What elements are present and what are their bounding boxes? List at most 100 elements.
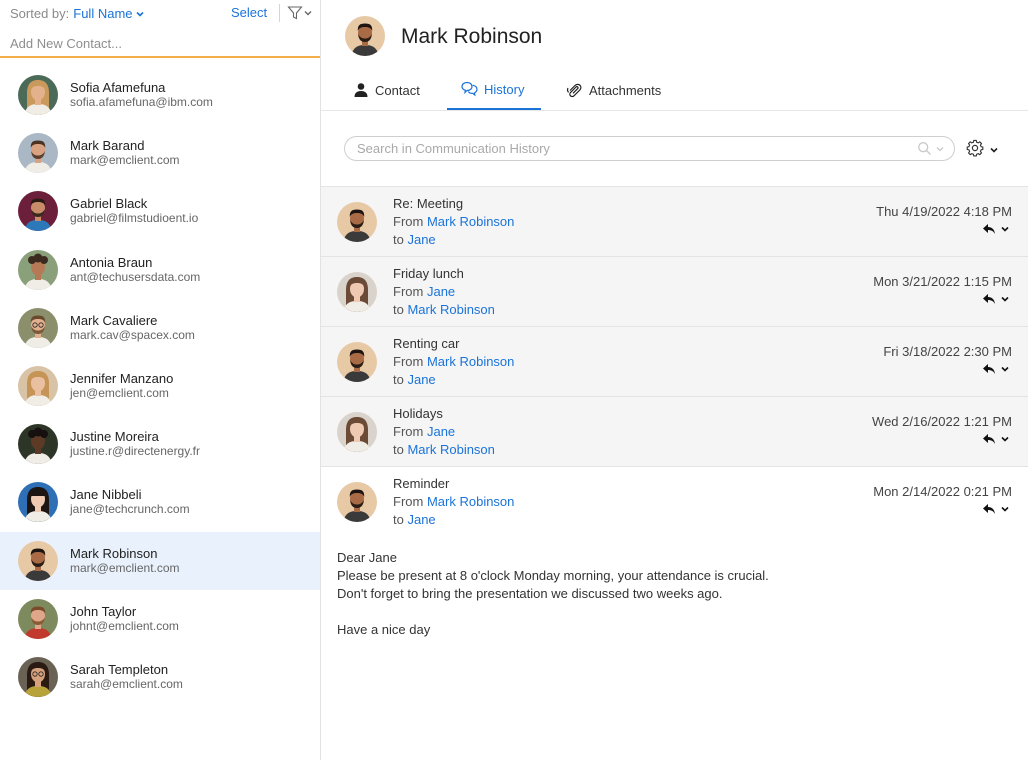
- tab-history[interactable]: History: [447, 70, 541, 110]
- message-from-line: From Mark Robinson: [393, 494, 514, 509]
- history-message[interactable]: Holidays From Jane to Mark Robinson Wed …: [321, 396, 1028, 466]
- from-label: From: [393, 424, 424, 439]
- message-to-line: to Jane: [393, 512, 436, 527]
- sort-field-value: Full Name: [73, 6, 133, 21]
- message-from-line: From Mark Robinson: [393, 354, 514, 369]
- from-label: From: [393, 214, 424, 229]
- select-button[interactable]: Select: [231, 5, 267, 20]
- reply-icon[interactable]: [982, 503, 996, 515]
- tab-contact[interactable]: Contact: [353, 70, 420, 110]
- avatar: [337, 342, 377, 382]
- avatar: [18, 75, 58, 116]
- message-actions: [982, 363, 1010, 375]
- contact-list-item[interactable]: Justine Moreira justine.r@directenergy.f…: [0, 415, 320, 473]
- avatar: [337, 412, 377, 452]
- contact-list-item[interactable]: Antonia Braun ant@techusersdata.com: [0, 241, 320, 299]
- contact-list-item[interactable]: Sofia Afamefuna sofia.afamefuna@ibm.com: [0, 66, 320, 124]
- tab-attachments[interactable]: Attachments: [566, 70, 661, 110]
- filter-button[interactable]: [287, 5, 313, 21]
- sender-link[interactable]: Mark Robinson: [427, 214, 514, 229]
- recipient-link[interactable]: Jane: [407, 232, 435, 247]
- message-from-line: From Mark Robinson: [393, 214, 514, 229]
- contact-email: ant@techusersdata.com: [70, 269, 201, 284]
- chevron-down-icon[interactable]: [1000, 434, 1010, 444]
- recipient-link[interactable]: Jane: [407, 372, 435, 387]
- contact-list-item[interactable]: John Taylor johnt@emclient.com: [0, 590, 320, 648]
- to-label: to: [393, 232, 404, 247]
- history-message[interactable]: Renting car From Mark Robinson to Jane F…: [321, 326, 1028, 396]
- chevron-down-icon[interactable]: [1000, 294, 1010, 304]
- tab-attachments-label: Attachments: [589, 82, 662, 98]
- sort-field-dropdown[interactable]: Full Name: [73, 6, 144, 21]
- person-icon: [353, 82, 369, 98]
- contact-list-item[interactable]: Mark Barand mark@emclient.com: [0, 124, 320, 182]
- contact-email: mark@emclient.com: [70, 560, 180, 575]
- history-message[interactable]: Re: Meeting From Mark Robinson to Jane T…: [321, 186, 1028, 256]
- sender-link[interactable]: Mark Robinson: [427, 354, 514, 369]
- message-body-line: Please be present at 8 o'clock Monday mo…: [337, 568, 769, 583]
- paperclip-icon: [566, 82, 583, 99]
- contact-detail-pane: Mark Robinson Contact History Attachment…: [321, 0, 1028, 760]
- message-to-line: to Mark Robinson: [393, 442, 495, 457]
- contact-text: Mark Robinson mark@emclient.com: [70, 546, 180, 575]
- to-label: to: [393, 512, 404, 527]
- tab-history-label: History: [484, 81, 525, 97]
- sender-link[interactable]: Jane: [427, 424, 455, 439]
- contact-list-item[interactable]: Mark Cavaliere mark.cav@spacex.com: [0, 299, 320, 357]
- settings-button[interactable]: [966, 139, 999, 160]
- message-date: Mon 2/14/2022 0:21 PM: [873, 484, 1012, 499]
- sender-link[interactable]: Jane: [427, 284, 455, 299]
- avatar: [18, 133, 58, 174]
- chevron-down-icon[interactable]: [1000, 224, 1010, 234]
- chevron-down-icon[interactable]: [935, 142, 945, 157]
- from-label: From: [393, 284, 424, 299]
- message-list: Re: Meeting From Mark Robinson to Jane T…: [321, 186, 1028, 726]
- message-subject: Reminder: [393, 476, 450, 491]
- contact-name: John Taylor: [70, 603, 137, 619]
- contact-email: jen@emclient.com: [70, 386, 169, 401]
- history-message[interactable]: Friday lunch From Jane to Mark Robinson …: [321, 256, 1028, 326]
- reply-icon[interactable]: [982, 293, 996, 305]
- message-from-line: From Jane: [393, 284, 455, 299]
- reply-icon[interactable]: [982, 223, 996, 235]
- message-body-line: Dear Jane: [337, 550, 397, 565]
- contact-name: Sofia Afamefuna: [70, 80, 166, 96]
- recipient-link[interactable]: Mark Robinson: [407, 302, 494, 317]
- message-date: Fri 3/18/2022 2:30 PM: [883, 344, 1012, 359]
- sender-link[interactable]: Mark Robinson: [427, 494, 514, 509]
- tab-bar: Contact History Attachments: [321, 70, 1028, 111]
- chevron-down-icon[interactable]: [1000, 504, 1010, 514]
- tab-contact-label: Contact: [375, 82, 420, 98]
- contact-name: Justine Moreira: [70, 429, 159, 445]
- contact-list-item[interactable]: Mark Robinson mark@emclient.com: [0, 531, 320, 590]
- recipient-link[interactable]: Jane: [407, 512, 435, 527]
- contact-name: Mark Cavaliere: [70, 312, 158, 328]
- history-message[interactable]: Reminder From Mark Robinson to Jane Mon …: [321, 466, 1028, 726]
- contact-list-item[interactable]: Jane Nibbeli jane@techcrunch.com: [0, 473, 320, 531]
- contact-list-item[interactable]: Sarah Templeton sarah@emclient.com: [0, 648, 320, 706]
- avatar: [18, 424, 58, 465]
- avatar: [18, 482, 58, 523]
- contact-email: mark@emclient.com: [70, 153, 180, 168]
- avatar: [18, 191, 58, 232]
- contact-email: jane@techcrunch.com: [70, 502, 190, 517]
- reply-icon[interactable]: [982, 433, 996, 445]
- recipient-link[interactable]: Mark Robinson: [407, 442, 494, 457]
- chat-bubbles-icon: [461, 81, 478, 97]
- contact-email: mark.cav@spacex.com: [70, 327, 195, 342]
- message-actions: [982, 433, 1010, 445]
- reply-icon[interactable]: [982, 363, 996, 375]
- avatar: [18, 540, 58, 581]
- chevron-down-icon[interactable]: [1000, 364, 1010, 374]
- contact-list-item[interactable]: Jennifer Manzano jen@emclient.com: [0, 357, 320, 415]
- to-label: to: [393, 372, 404, 387]
- message-date: Mon 3/21/2022 1:15 PM: [873, 274, 1012, 289]
- contact-text: Mark Cavaliere mark.cav@spacex.com: [70, 312, 195, 342]
- history-search-input[interactable]: [357, 141, 897, 156]
- message-body-line: Have a nice day: [337, 622, 431, 637]
- add-contact-input[interactable]: [0, 30, 320, 58]
- contact-list-item[interactable]: Gabriel Black gabriel@filmstudioent.io: [0, 182, 320, 240]
- contact-list: Sofia Afamefuna sofia.afamefuna@ibm.com …: [0, 66, 320, 706]
- contact-email: gabriel@filmstudioent.io: [70, 211, 199, 226]
- search-icon[interactable]: [917, 141, 932, 159]
